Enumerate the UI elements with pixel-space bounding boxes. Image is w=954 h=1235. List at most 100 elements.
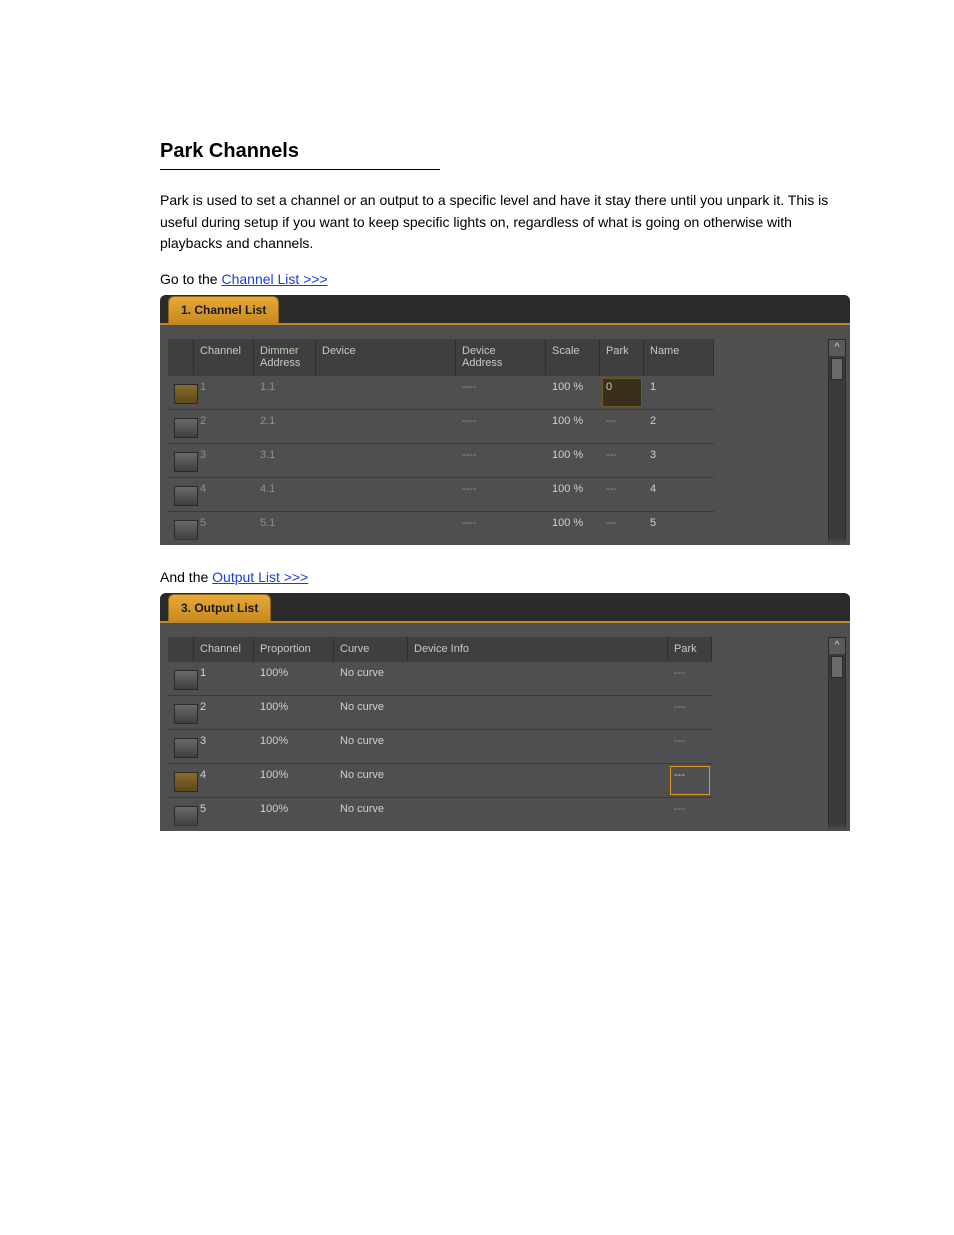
row-button-cell: [168, 477, 194, 511]
table-cell: 3.1: [254, 443, 316, 477]
caption-2: And the Output List >>>: [160, 569, 854, 585]
column-header: [168, 339, 194, 375]
table-cell: 100 %: [546, 409, 600, 443]
table-cell: No curve: [334, 763, 408, 797]
table-cell: ----: [456, 477, 546, 511]
column-header: Device Address: [456, 339, 546, 375]
scroll-thumb[interactable]: [831, 656, 843, 678]
title-underline: [160, 169, 440, 170]
table-cell: 3: [194, 443, 254, 477]
table-cell: 100%: [254, 729, 334, 763]
table-cell: [316, 375, 456, 409]
tab-strip: 3. Output List: [160, 593, 850, 621]
table-cell: No curve: [334, 695, 408, 729]
row-button-cell: [168, 511, 194, 545]
column-header: Device Info: [408, 637, 668, 661]
table-cell: 3: [194, 729, 254, 763]
channel-list-link[interactable]: Channel List >>>: [221, 271, 327, 287]
name-cell: 3: [644, 443, 714, 477]
table-cell: 4: [194, 763, 254, 797]
table-cell: [316, 511, 456, 545]
table-cell: [316, 477, 456, 511]
column-header: Name: [644, 339, 714, 375]
table-cell: 100%: [254, 797, 334, 831]
table-cell: [408, 695, 668, 729]
table-cell: [408, 729, 668, 763]
table-cell: No curve: [334, 661, 408, 695]
park-cell[interactable]: ---: [668, 763, 712, 797]
table-cell: 4: [194, 477, 254, 511]
park-cell[interactable]: ---: [600, 477, 644, 511]
scrollbar[interactable]: ^: [828, 637, 846, 831]
column-header: Scale: [546, 339, 600, 375]
tab-output-list[interactable]: 3. Output List: [168, 594, 271, 621]
caption-2-prefix: And the: [160, 569, 212, 585]
row-button-cell: [168, 797, 194, 831]
table-cell: 2.1: [254, 409, 316, 443]
scroll-up-icon[interactable]: ^: [829, 340, 845, 356]
name-cell: 2: [644, 409, 714, 443]
table-cell: 5: [194, 797, 254, 831]
table-cell: ----: [456, 511, 546, 545]
table-cell: 1.1: [254, 375, 316, 409]
park-cell[interactable]: ---: [668, 695, 712, 729]
table-cell: 100%: [254, 763, 334, 797]
table-cell: 5.1: [254, 511, 316, 545]
scroll-up-icon[interactable]: ^: [829, 638, 845, 654]
channel-list-screenshot: 1. Channel List ChannelDimmer AddressDev…: [160, 295, 850, 545]
table-cell: 5: [194, 511, 254, 545]
output-list-grid: ChannelProportionCurveDevice InfoPark110…: [168, 637, 842, 831]
table-cell: [408, 661, 668, 695]
row-button-cell: [168, 661, 194, 695]
caption-1: Go to the Channel List >>>: [160, 271, 854, 287]
row-button-cell: [168, 763, 194, 797]
park-cell[interactable]: ---: [668, 729, 712, 763]
park-cell[interactable]: ---: [600, 409, 644, 443]
name-cell: 1: [644, 375, 714, 409]
table-cell: [316, 409, 456, 443]
column-header: Proportion: [254, 637, 334, 661]
park-cell[interactable]: ---: [600, 511, 644, 545]
table-cell: 1: [194, 375, 254, 409]
table-cell: 100%: [254, 661, 334, 695]
table-cell: 1: [194, 661, 254, 695]
column-header: Channel: [194, 637, 254, 661]
row-button-cell: [168, 695, 194, 729]
table-cell: 100 %: [546, 375, 600, 409]
caption-1-prefix: Go to the: [160, 271, 221, 287]
name-cell: 4: [644, 477, 714, 511]
table-cell: 4.1: [254, 477, 316, 511]
park-cell[interactable]: 0: [600, 375, 644, 409]
column-header: [168, 637, 194, 661]
row-button-cell: [168, 375, 194, 409]
table-cell: ----: [456, 409, 546, 443]
tab-strip: 1. Channel List: [160, 295, 850, 323]
table-cell: 2: [194, 409, 254, 443]
column-header: Park: [668, 637, 712, 661]
output-list-link[interactable]: Output List >>>: [212, 569, 308, 585]
table-cell: 100%: [254, 695, 334, 729]
name-cell: 5: [644, 511, 714, 545]
park-cell[interactable]: ---: [668, 797, 712, 831]
park-cell[interactable]: ---: [668, 661, 712, 695]
park-cell[interactable]: ---: [600, 443, 644, 477]
row-button-cell: [168, 409, 194, 443]
table-cell: No curve: [334, 797, 408, 831]
table-cell: 2: [194, 695, 254, 729]
output-list-screenshot: 3. Output List ChannelProportionCurveDev…: [160, 593, 850, 831]
row-button-cell: [168, 729, 194, 763]
column-header: Channel: [194, 339, 254, 375]
tab-channel-list[interactable]: 1. Channel List: [168, 296, 279, 323]
scroll-thumb[interactable]: [831, 358, 843, 380]
table-cell: ----: [456, 375, 546, 409]
column-header: Curve: [334, 637, 408, 661]
intro-text: Park is used to set a channel or an outp…: [160, 190, 854, 255]
table-cell: 100 %: [546, 511, 600, 545]
scrollbar[interactable]: ^: [828, 339, 846, 545]
table-cell: No curve: [334, 729, 408, 763]
table-cell: ----: [456, 443, 546, 477]
table-cell: [408, 797, 668, 831]
table-cell: [316, 443, 456, 477]
channel-list-grid: ChannelDimmer AddressDeviceDevice Addres…: [168, 339, 842, 545]
row-button-cell: [168, 443, 194, 477]
